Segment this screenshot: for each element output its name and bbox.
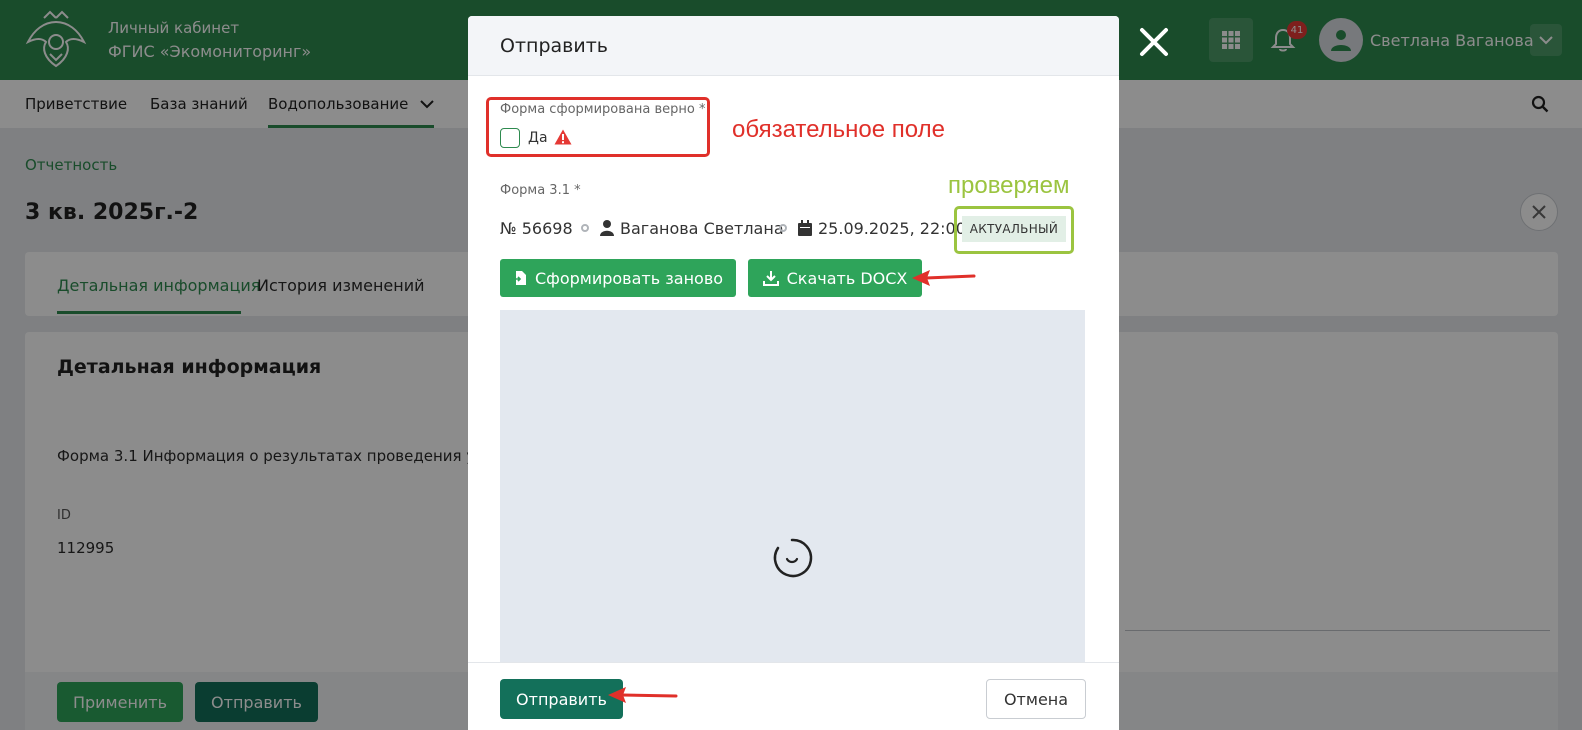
separator-dot (581, 224, 589, 232)
calendar-icon (798, 220, 812, 236)
dialog-header: Отправить (468, 16, 1119, 76)
cancel-button[interactable]: Отмена (986, 679, 1086, 719)
annotation-required: обязательное поле (732, 116, 945, 143)
spinner-icon (773, 538, 813, 578)
annotation-arrow (608, 687, 678, 703)
form-field-label: Форма 3.1 * (500, 183, 581, 198)
dialog-title: Отправить (500, 35, 608, 57)
person-icon (600, 220, 614, 236)
regenerate-button[interactable]: Сформировать заново (500, 259, 736, 297)
document-author: Ваганова Светлана (620, 219, 784, 238)
send-dialog: Отправить Форма сформирована верно * Да … (468, 16, 1119, 730)
document-preview[interactable] (500, 310, 1085, 666)
annotation-check: проверяем (948, 172, 1070, 199)
download-docx-button[interactable]: Скачать DOCX (748, 259, 922, 297)
download-icon (762, 271, 779, 286)
annotation-arrow (912, 270, 976, 286)
status-highlight-box (954, 206, 1074, 254)
required-highlight-box (486, 97, 710, 157)
separator-dot (779, 224, 787, 232)
close-icon[interactable] (1136, 24, 1172, 60)
document-datetime: 25.09.2025, 22:00 (818, 219, 966, 238)
download-docx-button-label: Скачать DOCX (786, 268, 908, 288)
file-import-icon (512, 271, 526, 285)
regenerate-button-label: Сформировать заново (534, 268, 724, 288)
dialog-footer: Отправить Отмена (468, 662, 1119, 730)
document-number: № 56698 (500, 219, 573, 238)
